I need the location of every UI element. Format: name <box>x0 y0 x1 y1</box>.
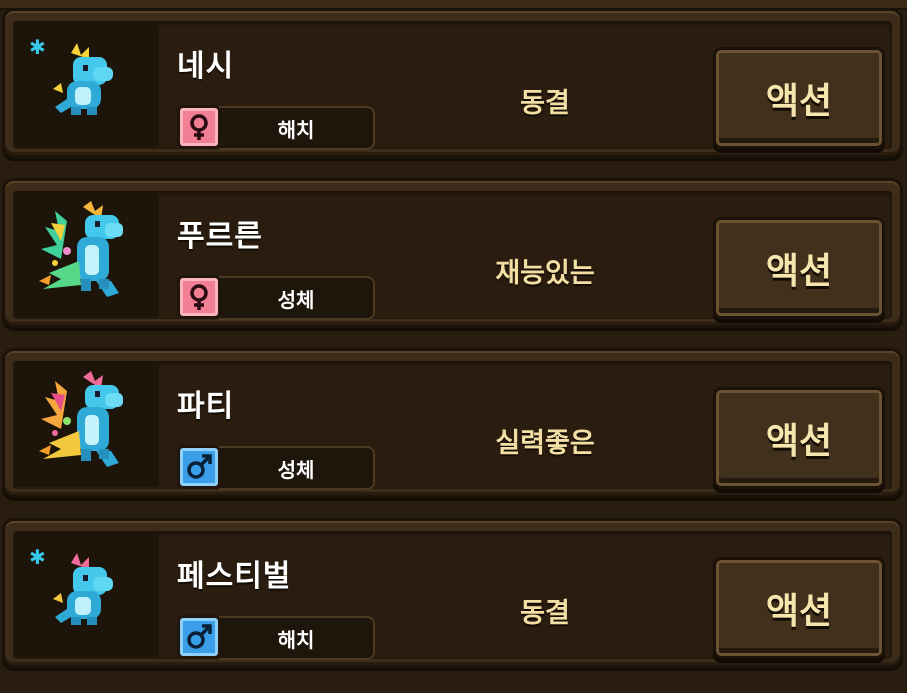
dragon-name: 네시 <box>177 49 235 84</box>
growth-stage: 성체 <box>219 276 375 320</box>
action-button[interactable]: 액션 <box>713 557 885 659</box>
dragon-status: 재능있는 <box>495 258 595 289</box>
dragon-name: 파티 <box>177 389 235 424</box>
dragon-status: 동결 <box>520 88 570 119</box>
adult-dragon-icon <box>39 371 123 467</box>
action-button[interactable]: 액션 <box>713 387 885 489</box>
dragon-portrait[interactable]: ✱ <box>15 533 159 657</box>
dragon-card: ✱ 페스티벌 해치 동결 액션 <box>2 518 903 668</box>
growth-stage: 해치 <box>219 616 375 660</box>
dragon-portrait[interactable]: ✱ <box>15 23 159 147</box>
snowflake-sparkle-icon: ✱ <box>29 35 46 59</box>
dragon-card: 파티 성체 실력좋은 액션 <box>2 348 903 498</box>
dragon-name: 페스티벌 <box>177 559 292 594</box>
dragon-status: 실력좋은 <box>495 428 595 459</box>
adult-dragon-icon <box>39 201 123 297</box>
action-button[interactable]: 액션 <box>713 47 885 149</box>
growth-stage: 성체 <box>219 446 375 490</box>
action-button[interactable]: 액션 <box>713 217 885 319</box>
dragon-portrait[interactable] <box>15 363 159 487</box>
dragon-list: ✱ 네시 해치 동결 액션 푸르른 성체 재능있는 액션 파티 성체 실력좋은 … <box>0 0 907 693</box>
dragon-card: ✱ 네시 해치 동결 액션 <box>2 8 903 158</box>
female-symbol-icon <box>177 105 221 149</box>
male-symbol-icon <box>177 445 221 489</box>
dragon-name: 푸르른 <box>177 219 263 254</box>
female-symbol-icon <box>177 275 221 319</box>
dragon-portrait[interactable] <box>15 193 159 317</box>
growth-stage: 해치 <box>219 106 375 150</box>
male-symbol-icon <box>177 615 221 659</box>
dragon-card: 푸르른 성체 재능있는 액션 <box>2 178 903 328</box>
dragon-status: 동결 <box>520 598 570 629</box>
snowflake-sparkle-icon: ✱ <box>29 545 46 569</box>
